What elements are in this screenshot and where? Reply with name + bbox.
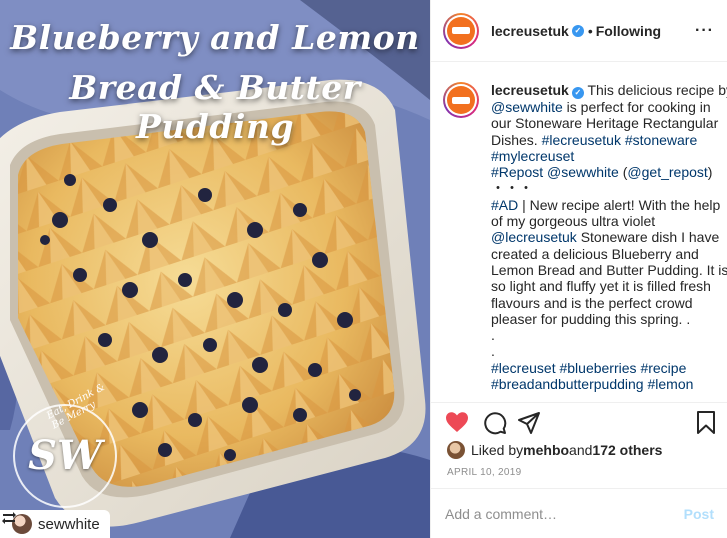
- caption-text: lecreusetuk ✓ This delicious recipe by @se…: [491, 82, 727, 392]
- caption-text-segment: This delicious recipe by: [583, 82, 727, 98]
- verified-badge-icon: ✓: [571, 87, 584, 99]
- caption-line: .: [491, 343, 723, 359]
- caption-line: of my gorgeous ultra violet: [491, 213, 723, 229]
- hashtag-link[interactable]: #Repost: [491, 164, 543, 180]
- caption-line: flavours and is the perfect crowd: [491, 295, 723, 311]
- caption-text-segment: created a delicious Blueberry and: [491, 245, 699, 262]
- caption-text-segment: | New recipe alert! With the help: [518, 196, 721, 213]
- profile-avatar[interactable]: [443, 12, 479, 49]
- caption-line: our Stoneware Heritage Rectangular: [491, 115, 723, 131]
- hashtag-link[interactable]: #mylecreuset: [491, 148, 574, 164]
- caption-text-segment: Lemon Bread and Butter Pudding. It is: [491, 261, 727, 278]
- comment-input[interactable]: [445, 505, 684, 522]
- caption-username[interactable]: lecreusetuk: [491, 82, 569, 98]
- heart-filled-icon[interactable]: [445, 411, 469, 438]
- comment-icon[interactable]: [483, 411, 507, 440]
- header-username[interactable]: lecreusetuk: [491, 23, 569, 39]
- caption-line: #mylecreuset: [491, 148, 723, 164]
- hashtag-link[interactable]: #AD: [491, 197, 518, 213]
- caption-line: created a delicious Blueberry and: [491, 246, 723, 262]
- caption-text-segment: Stoneware dish I have: [576, 229, 720, 246]
- mention-link[interactable]: @sewwhite: [547, 164, 619, 180]
- photo-title-line-1: Blueberry and Lemon: [10, 18, 420, 57]
- caption-line: lecreusetuk ✓ This delicious recipe by: [491, 82, 727, 99]
- post-header: lecreusetuk ✓ • Following ···: [431, 0, 727, 62]
- caption-line: #lecreuset #blueberries #recipe: [491, 360, 723, 376]
- caption-text-segment: our Stoneware Heritage Rectangular: [491, 115, 719, 132]
- action-bar: [431, 402, 727, 440]
- caption-text-segment: pleaser for pudding this spring. .: [491, 310, 691, 327]
- hashtag-link[interactable]: #lecreusetuk: [542, 132, 621, 148]
- watermark-logo: Eat, Drink & Be Merry SW: [13, 382, 117, 508]
- caption-avatar[interactable]: [443, 82, 479, 118]
- likes-count[interactable]: 172 others: [592, 442, 662, 458]
- caption-line: #Repost @sewwhite (@get_repost): [491, 164, 723, 180]
- likes-prefix: Liked by: [471, 442, 524, 458]
- caption-line: #AD | New recipe alert! With the help: [491, 197, 723, 213]
- post-photo[interactable]: Blueberry and Lemon Bread & Butter Puddi…: [0, 0, 430, 538]
- caption-text-segment: so light and fluffy yet it is filled fre…: [491, 278, 711, 295]
- caption-text-segment: .: [491, 343, 495, 360]
- le-creuset-logo-icon: [447, 86, 475, 114]
- share-icon[interactable]: [517, 411, 541, 440]
- post-comment-button[interactable]: Post: [684, 506, 714, 522]
- caption-line: @sewwhite is perfect for cooking in: [491, 99, 723, 115]
- separator-dot: •: [587, 22, 593, 39]
- likes-summary: Liked by mehbo and 172 others: [447, 440, 662, 460]
- post-date[interactable]: APRIL 10, 2019: [447, 467, 521, 478]
- le-creuset-logo-icon: [447, 16, 475, 45]
- mention-link[interactable]: @sewwhite: [491, 99, 563, 115]
- watermark-monogram: SW: [28, 432, 102, 479]
- caption-text-segment: is perfect for cooking in: [562, 99, 711, 115]
- caption-line: ・・・: [491, 180, 723, 196]
- caption-line: Lemon Bread and Butter Pudding. It is: [491, 262, 727, 278]
- caption-text-segment: ): [707, 164, 713, 181]
- caption-line: so light and fluffy yet it is filled fre…: [491, 278, 723, 294]
- likes-middle: and: [569, 442, 593, 458]
- caption-text-segment: .: [491, 327, 495, 344]
- verified-badge-icon: ✓: [571, 24, 584, 37]
- post-caption: lecreusetuk ✓ This delicious recipe by @se…: [443, 82, 727, 402]
- following-button[interactable]: Following: [596, 23, 661, 39]
- caption-text-segment: Dishes.: [491, 131, 542, 148]
- bookmark-icon[interactable]: [696, 411, 716, 440]
- repost-username[interactable]: sewwhite: [38, 516, 100, 533]
- hashtag-link[interactable]: #blueberries: [559, 360, 636, 376]
- caption-line: Dishes. #lecreusetuk #stoneware: [491, 132, 723, 148]
- hashtag-link[interactable]: #recipe: [640, 360, 686, 376]
- caption-text-segment: flavours and is the perfect crowd: [491, 294, 693, 311]
- more-options-icon[interactable]: ···: [695, 22, 714, 40]
- caption-line: pleaser for pudding this spring. .: [491, 311, 723, 327]
- mention-link[interactable]: @get_repost: [627, 164, 707, 180]
- photo-title-line-2: Bread & Butter Pudding: [69, 68, 361, 146]
- post-sidebar: lecreusetuk ✓ • Following ··· lecreusetu…: [430, 0, 727, 538]
- caption-text-segment: ・・・: [491, 180, 533, 197]
- caption-line: .: [491, 327, 723, 343]
- caption-text-segment: of my gorgeous ultra violet: [491, 213, 656, 230]
- liker-avatar[interactable]: [447, 441, 465, 459]
- repost-credit[interactable]: sewwhite: [0, 510, 110, 538]
- caption-line: #breadandbutterpudding #lemon: [491, 376, 723, 392]
- hashtag-link[interactable]: #stoneware: [625, 132, 697, 148]
- mention-link[interactable]: @lecreusetuk: [491, 229, 577, 245]
- comment-bar: Post: [431, 488, 727, 538]
- hashtag-link[interactable]: #breadandbutterpudding: [491, 376, 644, 392]
- liker-username[interactable]: mehbo: [523, 442, 569, 458]
- caption-line: @lecreusetuk Stoneware dish I have: [491, 229, 723, 245]
- hashtag-link[interactable]: #lemon: [647, 376, 693, 392]
- hashtag-link[interactable]: #lecreuset: [491, 360, 556, 376]
